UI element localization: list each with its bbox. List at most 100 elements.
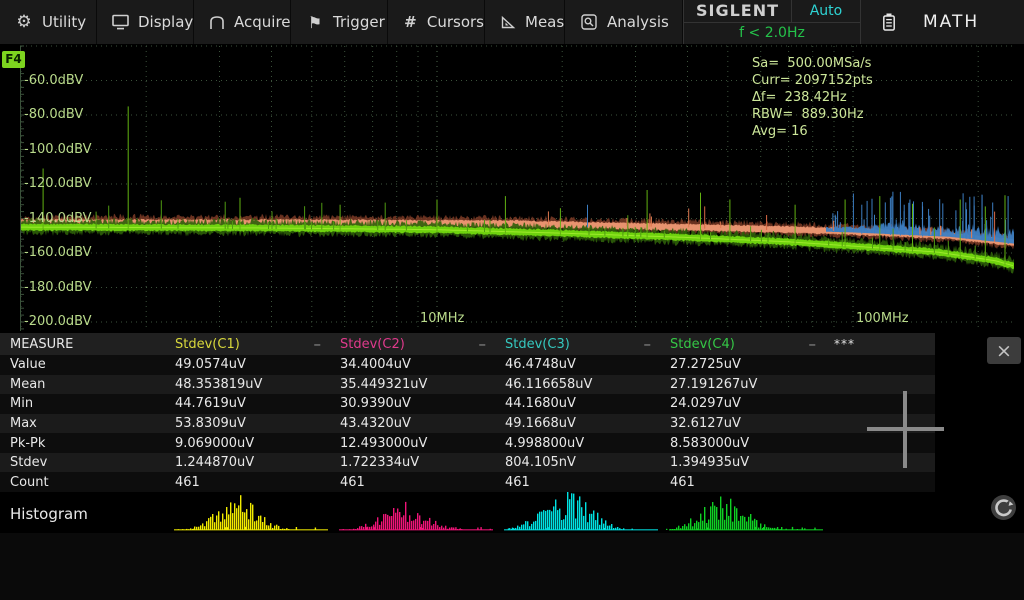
acquire-icon <box>209 15 225 30</box>
measure-column-header: Stdev(C2) – <box>335 335 500 353</box>
measure-row-label: Count <box>10 474 49 490</box>
histogram-label: Histogram <box>10 505 88 523</box>
measure-column-label: Stdev(C2) <box>340 336 405 352</box>
measure-column-label: Stdev(C3) <box>505 336 570 352</box>
measure-row-value: Value 49.0574uV 34.4004uV 46.4748uV 27.2725u… <box>0 355 935 375</box>
acquisition-mode-badge: Auto <box>809 2 843 19</box>
menu-item-acquire[interactable]: Acquire <box>194 0 291 44</box>
measure-value: 53.8309uV <box>175 416 246 432</box>
measure-row-label: Max <box>10 416 37 432</box>
measure-table-header: MEASURE Stdev(C1) – Stdev(C2) – Stdev(C3… <box>0 333 935 355</box>
measure-value: 49.0574uV <box>175 357 246 373</box>
measure-value: 9.069000uV <box>175 435 255 451</box>
y-axis-label: -100.0dBV <box>24 141 92 157</box>
measure-value: 30.9390uV <box>340 396 411 412</box>
measure-row-min: Min 44.7619uV 30.9390uV 44.1680uV 24.0297uV <box>0 394 935 414</box>
measure-column-label: Stdev(C1) <box>175 336 240 352</box>
measure-row-count: Count 461 461 461 461 <box>0 472 935 493</box>
fft-info-readout: Sa= 500.00MSa/s Curr= 2097152pts Δf= 238.4… <box>752 55 873 140</box>
measure-value: 49.1668uV <box>505 416 576 432</box>
active-trace-badge[interactable]: F4 <box>2 51 25 68</box>
remove-measure-button[interactable]: – <box>479 335 501 353</box>
flag-icon: ⚑ <box>307 12 323 32</box>
measure-value: 4.998800uV <box>505 435 585 451</box>
close-icon[interactable]: × <box>987 337 1021 364</box>
measure-value: 27.2725uV <box>670 357 741 373</box>
y-axis-label: -140.0dBV <box>24 210 92 226</box>
x-axis-label-10mhz: 10MHz <box>420 311 465 326</box>
measure-column-header: Stdev(C3) – <box>500 335 665 353</box>
menu-item-label: Acquire <box>234 13 291 31</box>
measure-value: 24.0297uV <box>670 396 741 412</box>
fft-info-line: Curr= 2097152pts <box>752 73 873 88</box>
status-cluster[interactable]: SIGLENT Auto f < 2.0Hz <box>683 0 861 44</box>
measure-title: MEASURE <box>10 336 74 352</box>
fft-info-line: Δf= 238.42Hz <box>752 90 847 105</box>
menu-item-label: Trigger <box>333 13 385 31</box>
measure-value: 34.4004uV <box>340 357 411 373</box>
measure-value: 32.6127uV <box>670 416 741 432</box>
remove-measure-button[interactable]: – <box>809 335 831 353</box>
measure-column-header: Stdev(C4) – <box>665 335 830 353</box>
menu-item-meas[interactable]: Meas <box>485 0 565 44</box>
measure-section: MEASURE Stdev(C1) – Stdev(C2) – Stdev(C3… <box>0 333 1024 493</box>
measure-column-label: Stdev(C4) <box>670 336 735 352</box>
measure-value: 8.583000uV <box>670 435 750 451</box>
remove-measure-button[interactable]: – <box>314 335 336 353</box>
y-axis-label: -160.0dBV <box>24 245 92 260</box>
menu-item-trigger[interactable]: ⚑ Trigger <box>291 0 388 44</box>
menu-item-utility[interactable]: ⚙ Utility <box>0 0 97 44</box>
math-label: MATH <box>923 12 980 32</box>
analysis-icon <box>580 14 598 30</box>
menu-item-analysis[interactable]: Analysis <box>565 0 683 44</box>
y-axis-label: -60.0dBV <box>24 72 84 88</box>
x-axis-label-100mhz: 100MHz <box>856 311 909 326</box>
oscilloscope-screen: ⚙ Utility Display Acquire ⚑ Trigger # Cursors Me… <box>0 0 1024 600</box>
measure-row-mean: Mean 48.353819uV 35.449321uV 46.116658uV 27.… <box>0 374 935 395</box>
menu-item-label: Analysis <box>607 13 669 31</box>
fft-info-line: Sa= 500.00MSa/s <box>752 56 872 71</box>
menu-items: ⚙ Utility Display Acquire ⚑ Trigger # Cursors Me… <box>0 0 683 44</box>
menu-item-label: Display <box>138 13 194 31</box>
measure-extra-column: *** <box>834 337 855 351</box>
measure-value: 1.244870uV <box>175 455 255 471</box>
menu-item-label: Meas <box>525 13 565 31</box>
meas-icon <box>500 15 516 30</box>
measure-value: 461 <box>505 474 530 490</box>
y-axis-label: -80.0dBV <box>24 107 84 122</box>
measure-value: 35.449321uV <box>340 376 428 392</box>
y-axis-label: -200.0dBV <box>24 314 92 329</box>
gear-icon: ⚙ <box>16 12 32 32</box>
menu-item-cursors[interactable]: # Cursors <box>388 0 485 44</box>
measure-value: 48.353819uV <box>175 376 263 392</box>
measure-table: MEASURE Stdev(C1) – Stdev(C2) – Stdev(C3… <box>0 333 935 493</box>
measure-value: 461 <box>340 474 365 490</box>
measure-row-label: Min <box>10 396 34 412</box>
display-icon <box>112 14 129 30</box>
refresh-circle-icon[interactable] <box>989 493 1018 522</box>
menu-item-display[interactable]: Display <box>97 0 194 44</box>
math-menu-button[interactable]: MATH <box>861 0 1024 44</box>
bottom-status-bar: C4 DC1M 1X 1.00mV/ 20M 0.00V F1 FFT(C1) … <box>0 533 1024 600</box>
measure-value: 46.116658uV <box>505 376 593 392</box>
cursors-icon: # <box>404 13 417 31</box>
measure-value: 461 <box>175 474 200 490</box>
measure-row-max: Max 53.8309uV 43.4320uV 49.1668uV 32.6127uV <box>0 413 935 434</box>
crosshair-handle[interactable] <box>903 391 907 468</box>
remove-measure-button[interactable]: – <box>644 335 666 353</box>
brand-logo: SIGLENT <box>684 0 792 22</box>
measure-value: 27.191267uV <box>670 376 758 392</box>
y-axis-label: -120.0dBV <box>24 176 92 191</box>
measure-value: 12.493000uV <box>340 435 428 451</box>
measure-row-stdev: Stdev 1.244870uV 1.722334uV 804.105nV 1.3949… <box>0 452 935 473</box>
menubar: ⚙ Utility Display Acquire ⚑ Trigger # Cursors Me… <box>0 0 1024 44</box>
menu-item-label: Utility <box>42 13 87 31</box>
measure-value: 1.722334uV <box>340 455 420 471</box>
measure-row-label: Value <box>10 357 46 373</box>
measure-value: 46.4748uV <box>505 357 576 373</box>
fft-info-line: Avg= 16 <box>752 124 808 139</box>
measure-value: 44.7619uV <box>175 396 246 412</box>
y-axis-label: -180.0dBV <box>24 279 92 295</box>
measure-row-pk-pk: Pk-Pk 9.069000uV 12.493000uV 4.998800uV 8.58… <box>0 433 935 453</box>
measure-row-label: Stdev <box>10 455 48 471</box>
